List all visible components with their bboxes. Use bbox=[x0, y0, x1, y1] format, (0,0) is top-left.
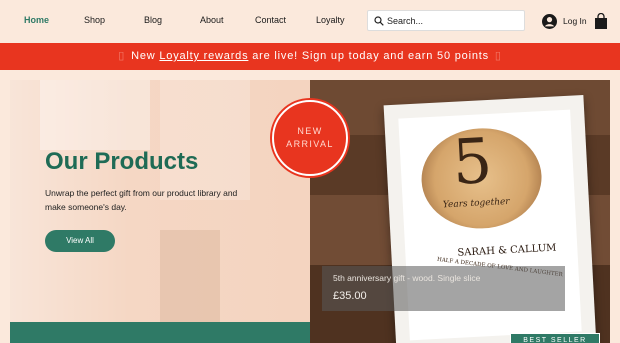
badge-line-2: ARRIVAL bbox=[286, 139, 334, 149]
hero-subtitle: Unwrap the perfect gift from our product… bbox=[45, 188, 238, 212]
site-header: Home Shop Blog About Contact Loyalty Log… bbox=[0, 0, 620, 43]
hero-bottom-strip bbox=[10, 322, 310, 343]
page-title: Our Products bbox=[45, 148, 199, 175]
hero-light-patch bbox=[160, 80, 250, 200]
badge-line-1: NEW bbox=[297, 126, 323, 136]
user-avatar-icon bbox=[542, 13, 557, 29]
shopping-bag-icon[interactable] bbox=[594, 13, 608, 30]
nav-about[interactable]: About bbox=[200, 15, 224, 25]
search-icon bbox=[374, 16, 384, 26]
banner-left-decoration: ▯ bbox=[118, 50, 126, 62]
artwork-names: SARAH & CALLUM bbox=[457, 242, 557, 259]
announcement-banner: ▯ New Loyalty rewards are live! Sign up t… bbox=[0, 43, 620, 70]
products-hero: Our Products Unwrap the perfect gift fro… bbox=[10, 80, 310, 343]
nav-home[interactable]: Home bbox=[24, 15, 49, 25]
login-label: Log In bbox=[563, 16, 587, 26]
product-price: £35.00 bbox=[333, 290, 367, 302]
product-name[interactable]: 5th anniversary gift - wood. Single slic… bbox=[333, 273, 480, 283]
nav-shop[interactable]: Shop bbox=[84, 15, 105, 25]
nav-blog[interactable]: Blog bbox=[144, 15, 162, 25]
best-seller-badge: BEST SELLER bbox=[510, 333, 600, 343]
hero-light-patch bbox=[40, 80, 150, 150]
nav-contact[interactable]: Contact bbox=[255, 15, 286, 25]
search-input[interactable] bbox=[387, 14, 517, 28]
new-arrival-badge: NEW ARRIVAL bbox=[272, 100, 348, 176]
banner-suffix: are live! Sign up today and earn 50 poin… bbox=[252, 50, 489, 62]
artwork-number: 5 bbox=[450, 123, 494, 199]
search-box bbox=[367, 10, 525, 31]
loyalty-rewards-link[interactable]: Loyalty rewards bbox=[159, 50, 248, 62]
view-all-button[interactable]: View All bbox=[45, 230, 115, 252]
login-button[interactable]: Log In bbox=[542, 13, 587, 29]
nav-loyalty[interactable]: Loyalty bbox=[316, 15, 345, 25]
banner-prefix: New bbox=[131, 50, 156, 62]
banner-right-decoration: ▯ bbox=[494, 50, 502, 62]
product-info-card[interactable]: 5th anniversary gift - wood. Single slic… bbox=[322, 266, 565, 311]
